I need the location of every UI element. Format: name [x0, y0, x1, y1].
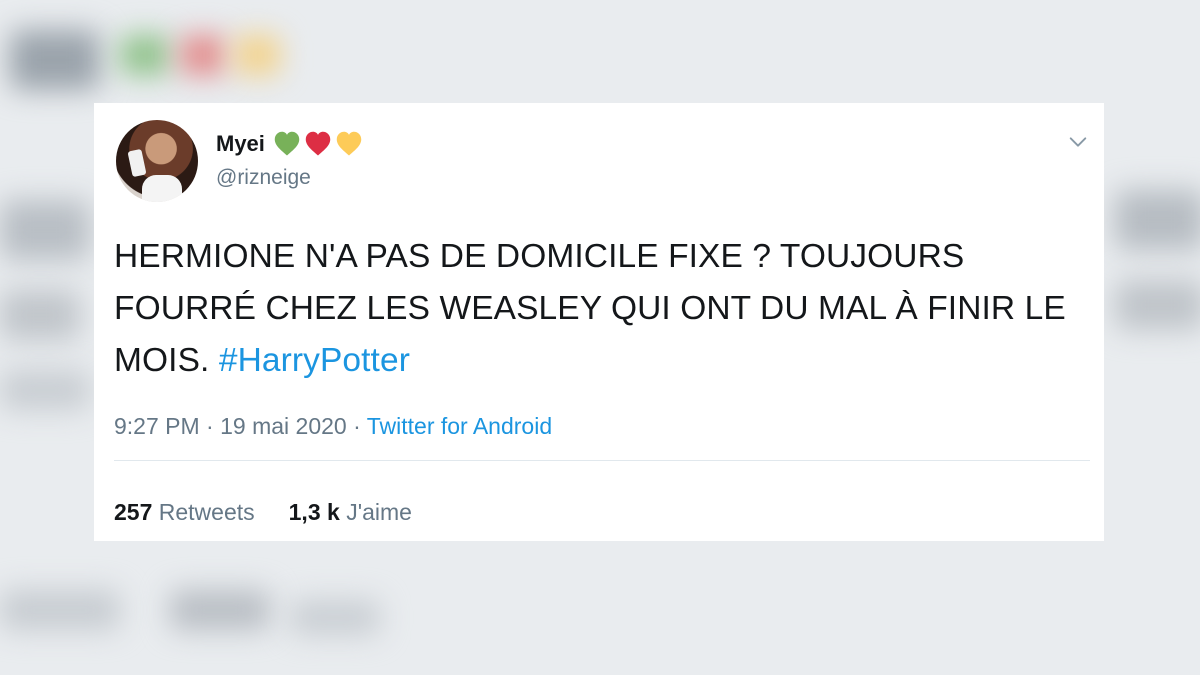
chevron-down-icon[interactable]	[1067, 131, 1089, 153]
likes-stat[interactable]: 1,3 k J'aime	[289, 499, 412, 526]
background-blur	[0, 200, 90, 260]
meta-separator: ·	[353, 413, 361, 439]
background-blur	[120, 35, 170, 75]
author-handle[interactable]: @rizneige	[216, 166, 311, 190]
avatar[interactable]	[116, 120, 198, 202]
author-row: Myei	[216, 131, 363, 157]
tweet-time[interactable]: 9:27 PM	[114, 413, 200, 439]
background-blur	[180, 35, 225, 75]
tweet-text: HERMIONE N'A PAS DE DOMICILE FIXE ? TOUJ…	[114, 231, 1074, 387]
avatar-clothing-detail	[142, 175, 182, 202]
background-blur	[0, 370, 90, 410]
avatar-phone-detail	[127, 148, 147, 178]
background-blur	[0, 590, 120, 630]
likes-label: J'aime	[346, 499, 412, 525]
hashtag-link[interactable]: #HarryPotter	[219, 342, 410, 379]
background-blur	[10, 30, 100, 90]
tweet-stats: 257 Retweets 1,3 k J'aime	[114, 499, 412, 526]
retweets-count: 257	[114, 499, 153, 525]
retweets-label: Retweets	[158, 499, 255, 525]
emoji-hearts	[273, 131, 363, 157]
background-blur	[1115, 280, 1200, 330]
background-blur	[0, 290, 80, 340]
divider	[114, 460, 1090, 461]
meta-separator: ·	[206, 413, 214, 439]
tweet-card: Myei @rizneige HERMIONE N'A PAS DE DOMIC…	[94, 103, 1104, 541]
tweet-meta: 9:27 PM · 19 mai 2020 · Twitter for Andr…	[114, 413, 552, 440]
background-blur	[170, 590, 270, 630]
green-heart-icon	[274, 131, 300, 156]
background-blur	[1115, 190, 1200, 250]
tweet-date[interactable]: 19 mai 2020	[220, 413, 347, 439]
retweets-stat[interactable]: 257 Retweets	[114, 499, 255, 526]
background-blur	[290, 600, 380, 635]
tweet-source-link[interactable]: Twitter for Android	[367, 413, 552, 439]
author-name[interactable]: Myei	[216, 131, 265, 157]
background-blur	[235, 35, 280, 75]
yellow-heart-icon	[336, 131, 362, 156]
red-heart-icon	[305, 131, 331, 156]
likes-count: 1,3 k	[288, 499, 340, 525]
